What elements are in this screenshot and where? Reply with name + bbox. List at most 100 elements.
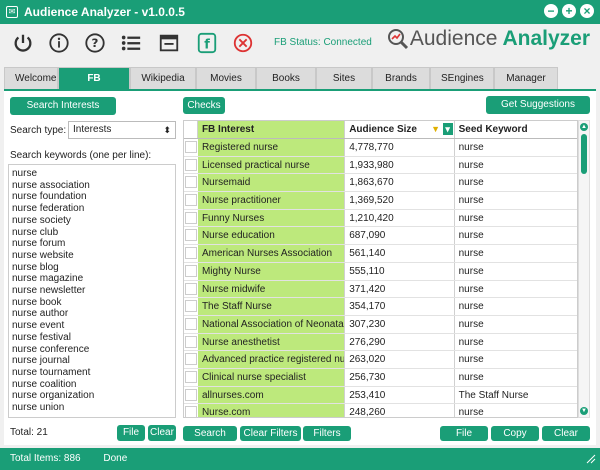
list-icon[interactable]: [120, 32, 142, 54]
row-checkbox[interactable]: [185, 300, 197, 313]
row-checkbox[interactable]: [185, 176, 197, 189]
seed-keyword-cell: nurse: [458, 336, 484, 348]
seed-keyword-cell: nurse: [458, 177, 484, 189]
seed-keyword-cell: nurse: [458, 318, 484, 330]
table-row[interactable]: The Staff Nurse 354,170 nurse: [184, 298, 577, 316]
row-checkbox[interactable]: [185, 370, 197, 383]
table-row[interactable]: Nurse education 687,090 nurse: [184, 227, 577, 246]
table-row[interactable]: Clinical nurse specialist 256,730 nurse: [184, 368, 577, 387]
search-interests-button[interactable]: Search Interests: [10, 97, 116, 115]
seed-keyword-cell: nurse: [458, 301, 484, 313]
logo-text-1: Audience: [409, 27, 498, 50]
table-row[interactable]: National Association of Neonatal Nurses3…: [184, 315, 577, 334]
close-button[interactable]: ×: [580, 4, 594, 18]
row-checkbox[interactable]: [185, 406, 197, 417]
tab-wikipedia[interactable]: Wikipedia: [130, 67, 196, 89]
row-checkbox[interactable]: [185, 247, 197, 260]
get-suggestions-button[interactable]: Get Suggestions: [486, 96, 590, 114]
tab-brands[interactable]: Brands: [372, 67, 430, 89]
scroll-thumb[interactable]: [581, 134, 587, 174]
table-row[interactable]: Nurse practitioner 1,369,520 nurse: [184, 192, 577, 210]
row-checkbox[interactable]: [185, 317, 197, 330]
export-file-button[interactable]: File: [440, 426, 488, 441]
tab-sites[interactable]: Sites: [316, 67, 372, 89]
tab-welcome[interactable]: Welcome: [4, 67, 58, 89]
row-checkbox[interactable]: [185, 335, 197, 348]
interest-cell: The Staff Nurse: [197, 298, 346, 315]
audience-size-cell: 561,140: [345, 245, 455, 262]
table-header: FB Interest Audience Size ▼ ▾ Seed Keywo…: [184, 121, 577, 139]
facebook-icon[interactable]: f: [196, 32, 218, 54]
keyword-line: nurse society: [12, 214, 71, 226]
help-icon[interactable]: ?: [84, 32, 106, 54]
logo-icon: [387, 29, 408, 50]
row-checkbox[interactable]: [185, 282, 197, 295]
header-seed-keyword[interactable]: Seed Keyword: [455, 121, 577, 138]
header-fb-interest[interactable]: FB Interest: [197, 121, 346, 138]
header-audience-size[interactable]: Audience Size ▼ ▾: [345, 121, 455, 138]
table-row[interactable]: Nurse midwife 371,420 nurse: [184, 280, 577, 299]
seed-keyword-cell: nurse: [458, 407, 484, 418]
row-checkbox[interactable]: [185, 264, 197, 277]
export-clear-button[interactable]: Clear: [542, 426, 590, 441]
table-row[interactable]: Nurse.com 248,260 nurse: [184, 404, 577, 418]
info-icon[interactable]: [48, 32, 70, 54]
logo: Audience Analyzer: [386, 27, 590, 51]
header-audience-size-label: Audience Size: [349, 124, 417, 135]
keyword-line: nurse website: [12, 249, 74, 261]
scroll-up-icon[interactable]: ▲: [580, 123, 588, 131]
close-circle-icon[interactable]: [232, 32, 254, 54]
filter-icon[interactable]: ▼: [431, 123, 441, 135]
row-checkbox[interactable]: [185, 229, 197, 242]
search-button[interactable]: Search: [183, 426, 237, 441]
results-table: FB Interest Audience Size ▼ ▾ Seed Keywo…: [183, 120, 578, 418]
clear-filters-button[interactable]: Clear Filters: [240, 426, 301, 441]
table-row[interactable]: American Nurses Association 561,140 nurse: [184, 245, 577, 263]
keyword-line: nurse forum: [12, 238, 66, 250]
row-checkbox[interactable]: [185, 141, 197, 153]
row-checkbox[interactable]: [185, 388, 197, 401]
audience-size-cell: 263,020: [345, 351, 455, 368]
filters-button[interactable]: Filters: [303, 426, 351, 441]
sort-desc-icon[interactable]: ▾: [442, 123, 453, 135]
keywords-file-button[interactable]: File: [117, 425, 145, 441]
checks-button[interactable]: Checks: [183, 97, 225, 114]
copy-button[interactable]: Copy: [491, 426, 539, 441]
keywords-textarea[interactable]: nurse nurse association nurse foundation nu…: [8, 164, 176, 418]
interest-cell: Nurse education: [197, 227, 346, 245]
keyword-line: nurse festival: [12, 331, 71, 343]
row-checkbox[interactable]: [185, 211, 197, 224]
power-icon[interactable]: [12, 32, 34, 54]
keywords-clear-button[interactable]: Clear: [148, 425, 176, 441]
table-row[interactable]: Mighty Nurse 555,110 nurse: [184, 262, 577, 281]
tab-movies[interactable]: Movies: [196, 67, 256, 89]
logo-text-2: Analyzer: [502, 27, 590, 50]
table-row[interactable]: Licensed practical nurse 1,933,980 nurse: [184, 156, 577, 175]
seed-keyword-cell: nurse: [458, 354, 484, 366]
table-row[interactable]: Funny Nurses 1,210,420 nurse: [184, 209, 577, 228]
scroll-down-icon[interactable]: ▼: [580, 407, 588, 415]
table-row[interactable]: allnurses.com 253,410 The Staff Nurse: [184, 386, 577, 405]
keyword-line: nurse magazine: [12, 273, 84, 285]
minimize-button[interactable]: −: [544, 4, 558, 18]
audience-size-cell: 1,210,420: [345, 209, 455, 227]
search-type-select[interactable]: Interests ⬍: [68, 121, 176, 139]
row-checkbox[interactable]: [185, 194, 197, 207]
row-checkbox[interactable]: [185, 158, 197, 171]
maximize-button[interactable]: +: [562, 4, 576, 18]
tab-fb-interests[interactable]: FB Interests: [58, 67, 130, 106]
row-checkbox[interactable]: [185, 353, 197, 366]
table-row[interactable]: Advanced practice registered nurse 263,02…: [184, 351, 577, 369]
tab-manager[interactable]: Manager: [494, 67, 558, 89]
tab-books[interactable]: Books: [256, 67, 316, 89]
table-row[interactable]: Nurse anesthetist 276,290 nurse: [184, 333, 577, 352]
table-body: Registered nurse 4,778,770 nurse Licensed p…: [184, 139, 577, 418]
table-scrollbar[interactable]: ▲ ▼: [578, 120, 590, 418]
table-row[interactable]: Registered nurse 4,778,770 nurse: [184, 139, 577, 157]
table-row[interactable]: Nursemaid 1,863,670 nurse: [184, 174, 577, 193]
window-icon[interactable]: [158, 32, 180, 54]
select-all-cell[interactable]: [184, 121, 198, 138]
tab-sengines[interactable]: SEngines: [430, 67, 494, 89]
resize-grip-icon[interactable]: [586, 454, 596, 464]
seed-keyword-cell: The Staff Nurse: [458, 389, 529, 401]
